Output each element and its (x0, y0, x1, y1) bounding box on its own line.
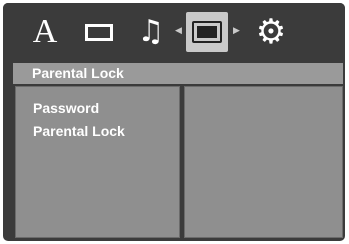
language-icon[interactable]: A (27, 13, 63, 51)
page-title: Parental Lock (13, 63, 343, 84)
parental-icon[interactable] (186, 12, 228, 52)
display-icon[interactable] (81, 13, 117, 51)
menu-panel: Password Parental Lock (15, 86, 180, 238)
icon-bar: A ♫ ◀ ▶ ⚙ (3, 3, 345, 61)
parental-icon-frame (192, 21, 222, 43)
display-icon-frame (85, 23, 113, 41)
left-arrow-icon: ◀ (175, 26, 182, 36)
setup-menu: A ♫ ◀ ▶ ⚙ Parental Lock Password Parenta… (3, 3, 345, 241)
menu-item-parental-lock[interactable]: Parental Lock (33, 122, 125, 140)
audio-icon[interactable]: ♫ (133, 13, 169, 51)
parental-icon-screen (197, 26, 217, 38)
menu-item-password[interactable]: Password (33, 99, 99, 117)
right-arrow-icon: ▶ (233, 26, 240, 36)
setup-icon[interactable]: ⚙ (253, 13, 289, 51)
options-panel (184, 86, 343, 238)
